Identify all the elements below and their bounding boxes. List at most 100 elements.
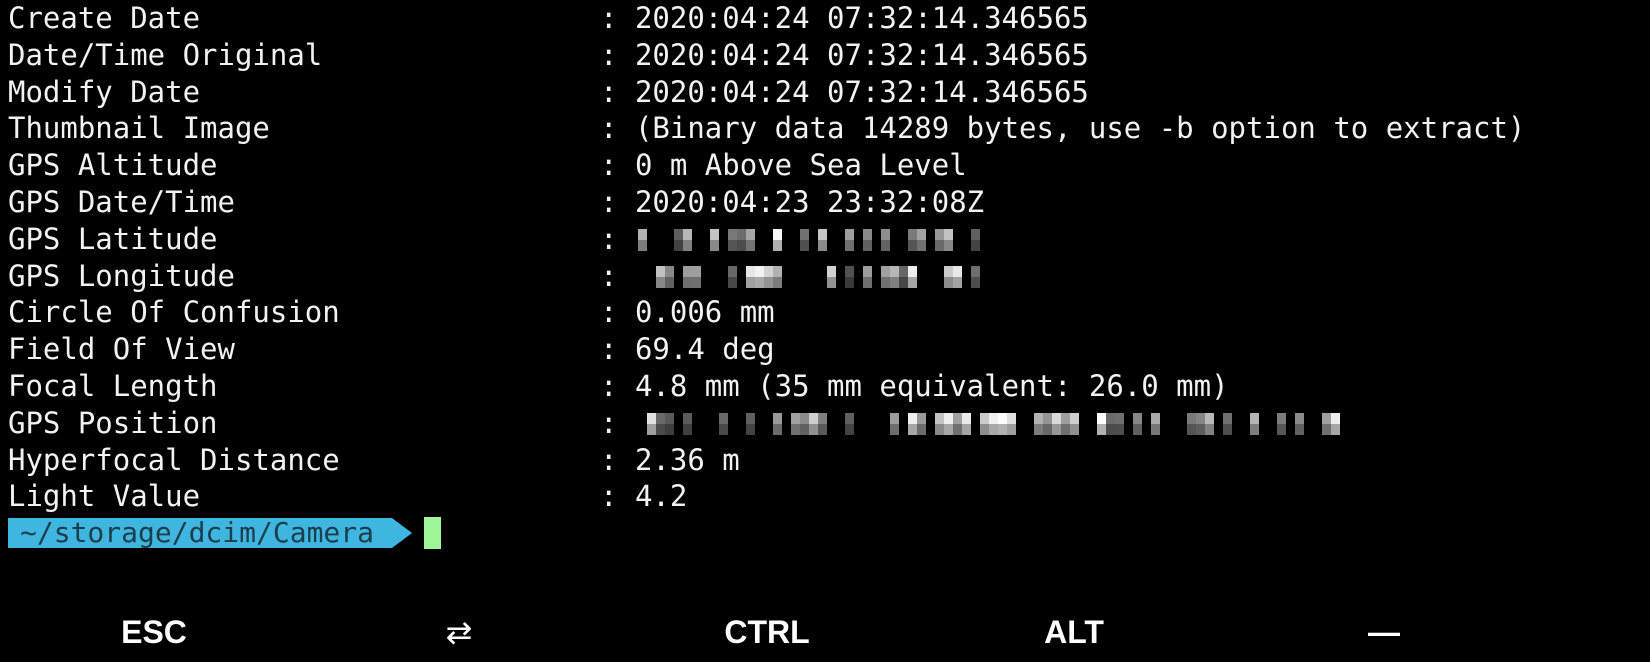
redaction-pixel	[1367, 412, 1376, 435]
extra-keys-bar: ESC ⇄ CTRL ALT —	[0, 612, 1650, 652]
redaction-pixel	[746, 265, 755, 288]
redaction-pixel	[1025, 412, 1034, 435]
redaction-pixel	[1178, 412, 1187, 435]
cursor	[424, 517, 442, 550]
exif-key: GPS Altitude	[8, 148, 218, 183]
redaction-pixel	[773, 265, 782, 288]
redaction-pixel	[809, 265, 818, 288]
redaction-pixel	[746, 412, 755, 435]
redaction-pixel	[1070, 412, 1079, 435]
redaction-pixel	[656, 265, 665, 288]
redaction-pixel	[1214, 412, 1223, 435]
redaction-pixel	[908, 228, 917, 251]
exif-key: Hyperfocal Distance	[8, 442, 340, 477]
redaction-pixel	[1034, 412, 1043, 435]
redaction-pixel	[1241, 412, 1250, 435]
redaction-pixel	[1160, 412, 1169, 435]
redaction-pixel	[917, 228, 926, 251]
exif-value: : 2020:04:23 23:32:08Z	[600, 184, 985, 219]
redaction-pixel	[800, 265, 809, 288]
redaction-pixel	[683, 265, 692, 288]
redaction-pixel	[827, 265, 836, 288]
redaction-pixel	[899, 412, 908, 435]
redaction-pixel	[818, 228, 827, 251]
redaction-pixel	[665, 412, 674, 435]
redaction-pixel	[719, 265, 728, 288]
redaction-pixel	[719, 228, 728, 251]
exif-value: : 0.006 mm	[600, 295, 775, 330]
ctrl-key[interactable]: CTRL	[724, 612, 809, 652]
esc-key[interactable]: ESC	[121, 612, 187, 652]
redaction-pixel	[746, 228, 755, 251]
redaction-pixel	[647, 412, 656, 435]
redaction-pixel	[836, 228, 845, 251]
exif-value: : 2.36 m	[600, 442, 740, 477]
redaction-pixel	[710, 265, 719, 288]
redaction-pixel	[1169, 412, 1178, 435]
exif-key: Circle Of Confusion	[8, 295, 340, 330]
redaction-pixel	[881, 228, 890, 251]
redaction-pixel	[773, 228, 782, 251]
redaction-pixel	[1115, 412, 1124, 435]
exif-key: Light Value	[8, 479, 201, 514]
redaction-pixel	[953, 228, 962, 251]
exif-value: : (Binary data 14289 bytes, use -b optio…	[600, 111, 1526, 146]
redaction-pixel	[818, 412, 827, 435]
redaction-pixel	[953, 265, 962, 288]
redaction-pixel	[863, 265, 872, 288]
exif-key: Thumbnail Image	[8, 111, 270, 146]
redaction-pixel	[935, 412, 944, 435]
alt-key[interactable]: ALT	[1044, 612, 1104, 652]
redaction-pixel	[845, 265, 854, 288]
redaction-pixel	[1340, 412, 1349, 435]
redaction-pixel	[971, 228, 980, 251]
redaction-pixel	[755, 228, 764, 251]
tab-arrows-icon[interactable]: ⇄	[446, 612, 473, 652]
redaction-pixel	[845, 412, 854, 435]
redaction-pixel	[962, 265, 971, 288]
redaction-pixel	[755, 265, 764, 288]
redaction-pixel	[890, 228, 899, 251]
redaction-pixel	[926, 228, 935, 251]
redaction-pixel	[1196, 412, 1205, 435]
redaction-pixel	[881, 412, 890, 435]
dash-key[interactable]: —	[1368, 612, 1400, 652]
redaction-pixel	[908, 412, 917, 435]
redaction-pixel	[935, 265, 944, 288]
redaction-pixel	[1349, 412, 1358, 435]
redaction-pixel	[737, 412, 746, 435]
redaction-pixel	[782, 265, 791, 288]
redaction-pixel	[1268, 412, 1277, 435]
redaction-pixel	[1304, 412, 1313, 435]
redaction-pixel	[701, 412, 710, 435]
redaction-pixel	[1313, 412, 1322, 435]
prompt-path: ~/storage/dcim/Camera	[8, 518, 393, 549]
redaction-pixel	[863, 412, 872, 435]
redaction-pixel	[692, 412, 701, 435]
redaction-pixel	[755, 412, 764, 435]
exif-value: : 2020:04:24 07:32:14.346565	[600, 37, 1089, 72]
redaction-pixel	[1106, 412, 1115, 435]
redacted-value	[638, 228, 980, 251]
redaction-pixel	[962, 228, 971, 251]
redaction-pixel	[1151, 412, 1160, 435]
redaction-pixel	[764, 265, 773, 288]
redaction-pixel	[899, 265, 908, 288]
redaction-pixel	[1250, 412, 1259, 435]
redaction-pixel	[782, 412, 791, 435]
redaction-pixel	[665, 228, 674, 251]
exif-key: GPS Longitude	[8, 258, 235, 293]
redaction-pixel	[1124, 412, 1133, 435]
redaction-pixel	[872, 265, 881, 288]
redaction-pixel	[917, 412, 926, 435]
redaction-pixel	[674, 412, 683, 435]
redaction-pixel	[782, 228, 791, 251]
exif-value: : 2020:04:24 07:32:14.346565	[600, 74, 1089, 109]
redaction-pixel	[656, 228, 665, 251]
redaction-pixel	[1277, 412, 1286, 435]
redaction-pixel	[908, 265, 917, 288]
exif-key: GPS Date/Time	[8, 184, 235, 219]
redaction-pixel	[638, 412, 647, 435]
redaction-pixel	[1007, 412, 1016, 435]
redaction-pixel	[944, 228, 953, 251]
